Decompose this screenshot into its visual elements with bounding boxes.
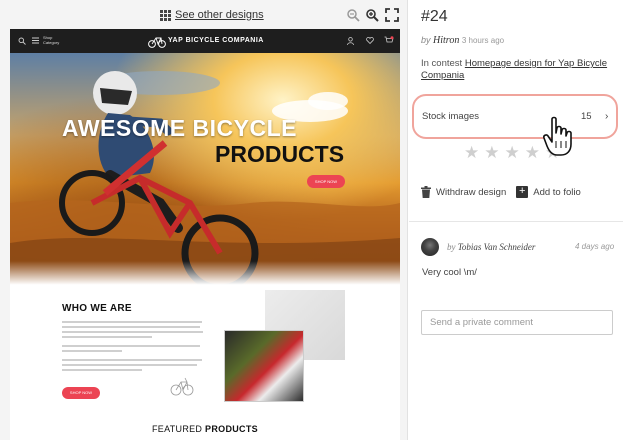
shop-category-label: Shop Category xyxy=(43,35,59,45)
comment-text: Very cool \m/ xyxy=(422,267,477,278)
mockup-navbar: Shop Category YAP BICYCLE COMPANIA xyxy=(10,29,400,53)
contest-info: In contest Homepage design for Yap Bicyc… xyxy=(421,58,617,82)
see-other-designs-label: See other designs xyxy=(175,9,264,21)
star-icon[interactable]: ★ xyxy=(464,143,479,163)
placeholder-text-line xyxy=(62,326,200,328)
user-icon xyxy=(347,37,354,45)
posted-time: 3 hours ago xyxy=(461,36,505,45)
zoom-out-icon[interactable] xyxy=(346,8,360,22)
design-preview-panel: See other designs Shop Category YAP BICY… xyxy=(0,0,408,440)
cart-icon xyxy=(384,36,394,43)
withdraw-design-button[interactable]: Withdraw design xyxy=(421,186,506,198)
designer-name[interactable]: Hitron xyxy=(433,35,459,46)
contest-prefix: In contest xyxy=(421,58,463,69)
grid-icon xyxy=(160,9,171,21)
byline: by Hitron 3 hours ago xyxy=(421,35,504,46)
who-shop-button: SHOP NOW xyxy=(62,387,100,399)
rider-illustration xyxy=(10,71,400,289)
private-comment-input[interactable] xyxy=(421,310,613,335)
avatar[interactable] xyxy=(421,238,439,256)
comment-author-name[interactable]: Tobias Van Schneider xyxy=(458,242,536,252)
placeholder-text-line xyxy=(62,331,203,333)
design-actions: Withdraw design + Add to folio xyxy=(421,186,581,198)
trash-icon xyxy=(421,186,431,198)
placeholder-text-line xyxy=(62,345,200,347)
placeholder-text-line xyxy=(62,369,142,371)
featured-bold: PRODUCTS xyxy=(205,424,258,434)
brand-name: YAP BICYCLE COMPANIA xyxy=(168,37,264,44)
stock-images-count: 15 xyxy=(581,111,592,122)
hero-title-line2: PRODUCTS xyxy=(215,141,345,167)
section-divider xyxy=(409,221,623,222)
placeholder-text-line xyxy=(62,336,152,338)
design-image[interactable]: Shop Category YAP BICYCLE COMPANIA AWESO… xyxy=(10,29,400,440)
hand-pointer-cursor-icon xyxy=(543,116,572,156)
star-icon[interactable]: ★ xyxy=(484,143,499,163)
featured-prefix: FEATURED xyxy=(152,424,203,434)
featured-photo xyxy=(224,330,304,402)
see-other-designs-link[interactable]: See other designs xyxy=(160,9,264,21)
placeholder-text-line xyxy=(62,359,202,361)
byline-by: by xyxy=(421,35,431,45)
heart-icon xyxy=(366,37,374,44)
featured-products-heading: FEATURED PRODUCTS xyxy=(152,424,258,434)
withdraw-label: Withdraw design xyxy=(436,186,507,198)
hero-banner: AWESOME BICYCLE PRODUCTS SHOP NOW xyxy=(10,53,400,289)
hero-shop-button: SHOP NOW xyxy=(307,175,345,188)
star-icon[interactable]: ★ xyxy=(525,143,540,163)
fullscreen-icon[interactable] xyxy=(385,8,399,22)
comment-time: 4 days ago xyxy=(575,242,615,251)
zoom-in-icon[interactable] xyxy=(365,8,379,22)
placeholder-text-line xyxy=(62,350,122,352)
preview-toolbar: See other designs xyxy=(0,0,407,30)
who-we-are-heading: WHO WE ARE xyxy=(62,303,132,314)
chevron-right-icon: › xyxy=(605,111,609,122)
add-to-folio-button[interactable]: + Add to folio xyxy=(516,186,581,198)
hero-fade xyxy=(10,261,400,289)
bicycle-sketch-icon xyxy=(170,377,194,396)
search-icon xyxy=(18,37,26,45)
menu-icon xyxy=(32,37,39,44)
bicycle-logo-icon xyxy=(148,37,166,48)
design-number: #24 xyxy=(421,8,448,25)
stock-images-label: Stock images xyxy=(422,111,480,122)
category-label: Category xyxy=(43,40,60,45)
comment-by: by xyxy=(447,242,456,252)
placeholder-text-line xyxy=(62,364,197,366)
add-to-folio-label: Add to folio xyxy=(533,186,581,198)
placeholder-text-line xyxy=(62,321,202,323)
plus-icon: + xyxy=(516,186,529,198)
star-icon[interactable]: ★ xyxy=(505,143,520,163)
design-details-panel: #24 by Hitron 3 hours ago In contest Hom… xyxy=(409,0,623,440)
hero-title-line1: AWESOME BICYCLE xyxy=(62,115,297,141)
comment-author: by Tobias Van Schneider xyxy=(447,242,535,252)
